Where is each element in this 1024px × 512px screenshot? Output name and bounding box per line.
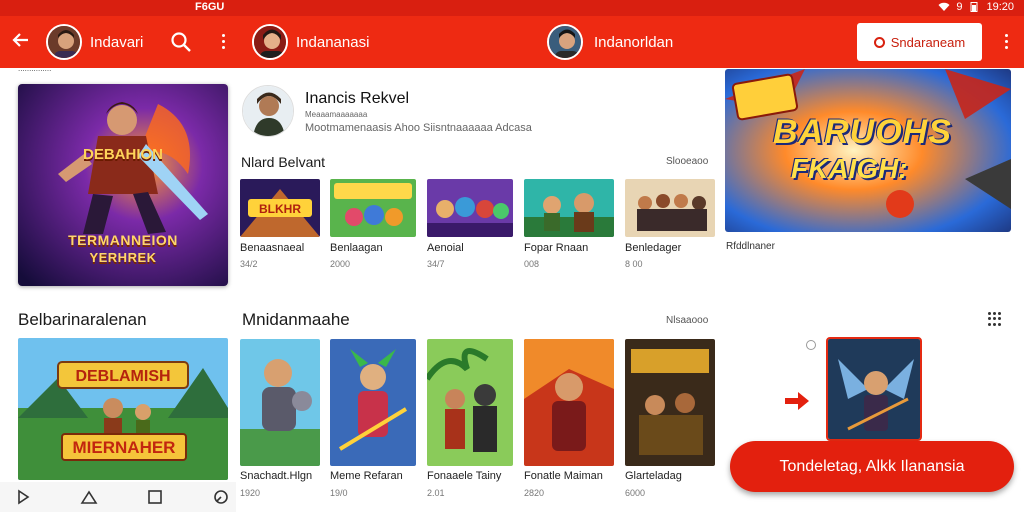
- svg-text:BLKHR: BLKHR: [259, 202, 301, 216]
- promo-thumbnail[interactable]: [826, 337, 922, 441]
- game-tile-meta: 6000: [625, 488, 646, 498]
- subscribe-button[interactable]: Sndaraneam: [857, 23, 982, 61]
- game-thumbnail: [524, 179, 614, 237]
- subscribe-label: Sndaraneam: [890, 34, 966, 50]
- assistant-icon[interactable]: [212, 488, 230, 506]
- featured-caption-1: TERMANNEION: [68, 232, 178, 248]
- banner-title-line-1: BARUOHS: [773, 113, 952, 151]
- svg-text:MIERNAHER: MIERNAHER: [73, 438, 176, 457]
- game-tile-meta: 2820: [524, 488, 545, 498]
- back-arrow-icon[interactable]: [8, 30, 34, 54]
- game-thumbnail: [330, 339, 416, 466]
- radio-indicator[interactable]: [806, 340, 816, 350]
- game-thumbnail: [427, 179, 513, 237]
- game-tile-meta: 2.01: [427, 488, 445, 498]
- game-tile-title[interactable]: Snachadt.Hlgn: [240, 470, 312, 482]
- game-thumbnail: [427, 339, 513, 466]
- featured-game-card[interactable]: DEBAHION TERMANNEION YERHREK: [18, 84, 228, 286]
- game-tile-title[interactable]: Aenoial: [427, 242, 464, 254]
- game-tile-title[interactable]: Fonatle Maiman: [524, 470, 603, 482]
- back-triangle-icon[interactable]: [14, 488, 32, 506]
- game-tile[interactable]: [524, 179, 614, 237]
- game-thumbnail: [330, 179, 416, 237]
- cta-label: Tondeletag, Alkk Ilanansia: [779, 457, 965, 475]
- game-tile[interactable]: [427, 179, 513, 237]
- game-tile-meta: 008: [524, 259, 540, 269]
- channel-name[interactable]: Inancis Rekvel: [305, 90, 409, 108]
- game-tile-meta: 34/7: [427, 259, 445, 269]
- game-tile-title[interactable]: Benlaagan: [330, 242, 383, 254]
- channel-meta: Mootmamenaasis Ahoo Siisntnaaaaaa Adcasa: [305, 122, 532, 134]
- user-name-3[interactable]: Indanorldan: [594, 34, 673, 51]
- user-avatar-2[interactable]: [252, 24, 288, 60]
- game-tile[interactable]: [625, 179, 715, 237]
- battery-level: 9: [956, 1, 963, 13]
- game-thumbnail: [625, 179, 715, 237]
- clock: 19:20: [986, 1, 1014, 13]
- game-tile-meta: 19/0: [330, 488, 348, 498]
- left-section-title: Belbarinaralenan: [18, 310, 147, 329]
- battery-icon: [970, 2, 978, 12]
- game-tile-title[interactable]: Fonaaele Tainy: [427, 470, 501, 482]
- game-tile[interactable]: BLKHR: [240, 179, 320, 237]
- adventure-game-art: DEBLAMISH MIERNAHER: [18, 338, 228, 480]
- section-2-more-link[interactable]: Nlsaaooo: [666, 315, 708, 326]
- game-thumbnail: BLKHR: [240, 179, 320, 237]
- user-name-1[interactable]: Indavari: [90, 34, 143, 51]
- game-tile[interactable]: [427, 339, 513, 466]
- game-tile-title[interactable]: Benledager: [625, 242, 681, 254]
- left-section-thumbnail[interactable]: DEBLAMISH MIERNAHER: [18, 338, 228, 480]
- game-tile-title[interactable]: Glarteladag: [625, 470, 682, 482]
- game-thumbnail: [625, 339, 715, 466]
- game-tile[interactable]: [330, 179, 416, 237]
- game-tile-meta: 8 00: [625, 259, 643, 269]
- featured-game-title: DEBAHION: [82, 146, 163, 163]
- game-tile-title[interactable]: Fopar Rnaan: [524, 242, 588, 254]
- section-1-more-link[interactable]: Slooeaoo: [666, 156, 708, 167]
- more-vert-icon[interactable]: [220, 34, 226, 49]
- carrier-label: F6GU: [195, 1, 225, 13]
- right-banner-card[interactable]: BARUOHS FKAIGH:: [725, 69, 1011, 232]
- game-tile-meta: 2000: [330, 259, 351, 269]
- game-thumbnail: [240, 339, 320, 466]
- search-icon[interactable]: [170, 31, 192, 53]
- game-tile-meta: 34/2: [240, 259, 258, 269]
- game-thumbnail: [524, 339, 614, 466]
- game-tile-meta: 1920: [240, 488, 261, 498]
- game-tile[interactable]: [625, 339, 715, 466]
- app-bar: Indavari Indananasi Indanorldan Sndarane…: [0, 16, 1024, 68]
- channel-avatar[interactable]: [242, 85, 294, 137]
- game-tile-title[interactable]: Meme Refaran: [330, 470, 403, 482]
- small-caption: ...............: [18, 64, 52, 73]
- user-avatar-3[interactable]: [547, 24, 583, 60]
- game-tile[interactable]: [240, 339, 320, 466]
- featured-caption-2: YERHREK: [89, 250, 157, 265]
- more-vert-icon[interactable]: [1003, 34, 1009, 49]
- svg-text:DEBLAMISH: DEBLAMISH: [75, 368, 170, 385]
- cta-button[interactable]: Tondeletag, Alkk Ilanansia: [730, 441, 1014, 492]
- game-tile-title[interactable]: Benaasnaeal: [240, 242, 304, 254]
- warrior-art: [828, 339, 920, 439]
- system-nav-bar: [0, 482, 236, 512]
- record-icon: [873, 36, 885, 48]
- recents-icon[interactable]: [146, 488, 164, 506]
- game-tile[interactable]: [524, 339, 614, 466]
- arrow-right-icon: [785, 392, 809, 410]
- game-tile[interactable]: [330, 339, 416, 466]
- wifi-icon: [938, 2, 950, 11]
- home-icon[interactable]: [80, 488, 98, 506]
- user-avatar-1[interactable]: [46, 24, 82, 60]
- section-2-title: Mnidanmaahe: [242, 310, 350, 329]
- grid-menu-icon[interactable]: [988, 312, 1002, 326]
- user-name-2[interactable]: Indananasi: [296, 34, 369, 51]
- status-bar: F6GU 9 19:20: [0, 0, 1024, 16]
- channel-handle: Meaaamaaaaaaa: [305, 110, 368, 119]
- section-1-title: Nlard Belvant: [241, 154, 326, 170]
- banner-title-line-2: FKAIGH:: [791, 153, 908, 184]
- banner-label[interactable]: Rfddlnaner: [726, 241, 775, 252]
